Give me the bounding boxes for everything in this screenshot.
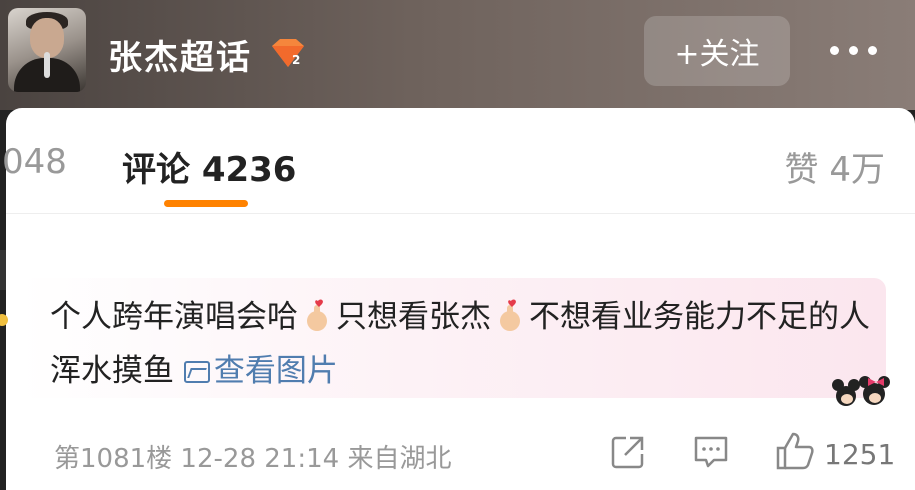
comment-panel: 048 评论 4236 赞 4万 个人跨年演唱会哈 只想看张杰 不想看业务能力不足的… <box>2 108 915 490</box>
tab-likes[interactable]: 赞 4万 <box>785 142 885 191</box>
finger-heart-emoji-icon <box>307 299 327 331</box>
share-icon[interactable] <box>610 434 646 470</box>
svg-text:2: 2 <box>292 53 300 67</box>
reply-icon[interactable] <box>692 434 730 470</box>
view-picture-label: 查看图片 <box>213 353 338 389</box>
more-dots-icon[interactable] <box>830 40 890 60</box>
finger-heart-emoji-icon <box>500 299 520 331</box>
comment-text-part2: 只想看张杰 <box>336 299 491 335</box>
comment-meta: 第1081楼 12-28 21:14 来自湖北 <box>54 444 452 474</box>
comment-text: 个人跨年演唱会哈 只想看张杰 不想看业务能力不足的人浑水摸鱼 查看图片 <box>50 290 880 398</box>
follow-button[interactable]: +关注 <box>644 16 790 86</box>
like-count[interactable]: 1251 <box>824 438 895 471</box>
topic-title[interactable]: 张杰超话 <box>108 30 252 79</box>
view-picture-link[interactable]: 查看图片 <box>183 353 338 389</box>
topic-avatar[interactable] <box>8 8 86 92</box>
left-edge-decoration <box>0 250 8 326</box>
topic-header: 张杰超话 2 +关注 <box>0 0 915 110</box>
super-topic-level-badge-icon: 2 <box>272 39 304 67</box>
active-tab-indicator <box>164 200 248 207</box>
picture-icon <box>183 361 210 383</box>
tab-comments[interactable]: 评论 4236 <box>122 142 296 191</box>
thumbs-up-icon[interactable] <box>774 430 816 472</box>
tab-bar: 048 评论 4236 赞 4万 <box>2 108 915 214</box>
comment-text-part1: 个人跨年演唱会哈 <box>50 299 298 335</box>
mickey-minnie-sticker-icon <box>832 376 890 406</box>
tab-repost[interactable]: 048 <box>2 142 67 182</box>
microphone-icon <box>44 52 50 78</box>
